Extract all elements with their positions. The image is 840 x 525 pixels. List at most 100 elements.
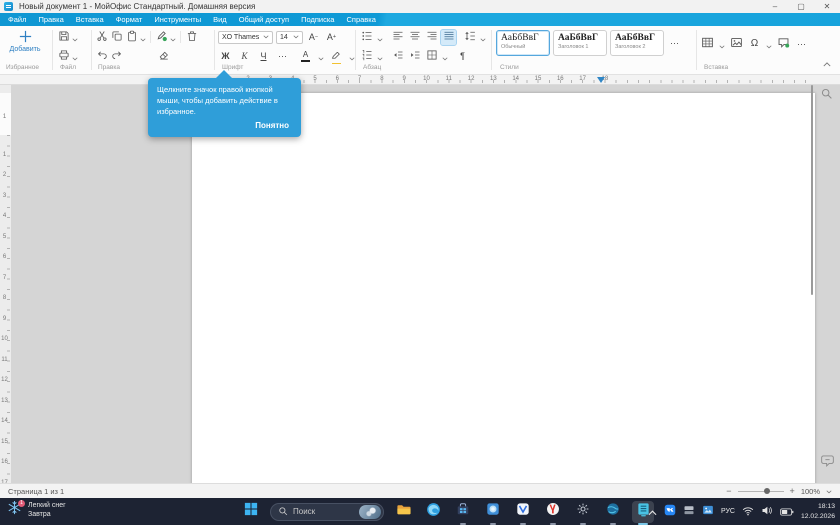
tray-vk-icon[interactable] — [664, 503, 676, 521]
yandex-browser-icon[interactable] — [542, 501, 564, 523]
zoom-level[interactable]: 100% — [801, 487, 820, 496]
line-spacing-button[interactable] — [462, 30, 477, 45]
insert-image-button[interactable] — [729, 37, 744, 52]
increase-indent-button[interactable] — [407, 49, 422, 64]
print-dropdown[interactable] — [71, 49, 79, 64]
increase-font-button[interactable]: А+ — [324, 30, 339, 45]
numbered-list-button[interactable] — [359, 49, 374, 64]
menu-format[interactable]: Формат — [116, 15, 143, 24]
search-highlight-image[interactable] — [359, 505, 381, 519]
format-painter-button[interactable] — [154, 30, 169, 45]
zoom-slider-knob[interactable] — [764, 488, 770, 494]
show-marks-button[interactable]: ¶ — [455, 49, 470, 64]
paste-button[interactable] — [124, 30, 139, 45]
more-insert-button[interactable]: ··· — [794, 37, 809, 52]
battery-indicator[interactable] — [780, 503, 794, 521]
paste-dropdown[interactable] — [139, 30, 147, 45]
font-size-select[interactable]: 14 — [276, 31, 303, 44]
style-heading2[interactable]: АаБбВвГ Заголовок 2 — [610, 30, 664, 56]
settings-app-icon[interactable] — [572, 501, 594, 523]
decrease-indent-button[interactable] — [390, 49, 405, 64]
bold-button[interactable]: Ж — [218, 49, 233, 64]
highlight-button[interactable] — [329, 49, 344, 64]
zoom-in-button[interactable]: + — [790, 487, 795, 496]
close-button[interactable]: ✕ — [814, 0, 840, 13]
clock[interactable]: 18:13 12.02.2026 — [801, 502, 835, 520]
menu-edit[interactable]: Правка — [38, 15, 63, 24]
more-font-options-button[interactable]: ··· — [275, 49, 290, 64]
undo-button[interactable] — [94, 49, 109, 64]
menu-view[interactable]: Вид — [213, 15, 227, 24]
cut-button[interactable] — [94, 30, 109, 45]
weather-widget[interactable]: 1 Легкий снег Завтра — [6, 501, 66, 519]
insert-comment-button[interactable] — [776, 37, 791, 52]
tray-device-icon[interactable] — [683, 503, 695, 521]
tray-expand-button[interactable] — [648, 503, 657, 521]
document-page[interactable] — [192, 93, 815, 483]
indent-marker[interactable] — [597, 77, 605, 83]
delete-button[interactable] — [184, 30, 199, 45]
menu-insert[interactable]: Вставка — [76, 15, 104, 24]
file-explorer-icon[interactable] — [392, 501, 414, 523]
menu-help[interactable]: Справка — [346, 15, 375, 24]
copy-button[interactable] — [109, 30, 124, 45]
style-heading1[interactable]: АаБбВвГ Заголовок 1 — [553, 30, 607, 56]
align-right-button[interactable] — [424, 30, 439, 45]
wifi-indicator[interactable] — [742, 503, 754, 521]
globe-app-icon[interactable] — [602, 501, 624, 523]
got-it-button[interactable]: Понятно — [255, 121, 289, 130]
font-family-select[interactable]: XO Thames — [218, 31, 273, 44]
insert-symbol-button[interactable]: Ω — [747, 37, 762, 52]
underline-button[interactable]: Ч — [256, 49, 271, 64]
menu-file[interactable]: Файл — [8, 15, 26, 24]
font-color-dropdown[interactable] — [317, 49, 325, 64]
vertical-scrollbar[interactable] — [811, 85, 813, 295]
taskbar-search[interactable]: Поиск — [270, 503, 384, 521]
volume-indicator[interactable] — [761, 503, 773, 521]
language-indicator[interactable]: РУС — [721, 508, 735, 515]
horizontal-ruler[interactable]: 123456789101112131415161718 — [0, 75, 840, 85]
store-app-icon[interactable] — [452, 501, 474, 523]
numbered-list-dropdown[interactable] — [376, 49, 384, 64]
style-normal[interactable]: АаБбВвГ Обычный — [496, 30, 550, 56]
menu-share[interactable]: Общий доступ — [239, 15, 289, 24]
line-spacing-dropdown[interactable] — [479, 30, 487, 45]
zoom-slider[interactable] — [738, 491, 784, 492]
borders-dropdown[interactable] — [441, 49, 449, 64]
start-button[interactable] — [240, 501, 262, 523]
borders-button[interactable] — [424, 49, 439, 64]
more-styles-button[interactable]: ··· — [667, 36, 682, 51]
format-painter-dropdown[interactable] — [169, 30, 177, 45]
feedback-button[interactable] — [820, 453, 835, 473]
italic-button[interactable]: К — [237, 49, 252, 64]
align-center-button[interactable] — [407, 30, 422, 45]
clear-formatting-button[interactable] — [156, 49, 171, 64]
maximize-button[interactable]: ▢ — [788, 0, 814, 13]
bullet-list-button[interactable] — [359, 30, 374, 45]
edge-browser-icon[interactable] — [422, 501, 444, 523]
insert-table-button[interactable] — [700, 37, 715, 52]
add-favorite-button[interactable] — [17, 30, 34, 45]
menu-subscription[interactable]: Подписка — [301, 15, 334, 24]
justify-button[interactable] — [441, 30, 456, 45]
decrease-font-button[interactable]: А− — [306, 30, 321, 45]
zoom-out-button[interactable]: − — [726, 487, 731, 496]
menu-tools[interactable]: Инструменты — [154, 15, 201, 24]
font-color-button[interactable]: А — [298, 49, 313, 64]
photos-app-icon[interactable] — [482, 501, 504, 523]
v-app-icon[interactable] — [512, 501, 534, 523]
search-panel-button[interactable] — [820, 87, 833, 105]
vertical-ruler[interactable]: 1 1234567891011121314151617 — [0, 85, 11, 483]
insert-symbol-dropdown[interactable] — [765, 37, 773, 52]
print-button[interactable] — [56, 49, 71, 64]
bullet-list-dropdown[interactable] — [376, 30, 384, 45]
zoom-dropdown[interactable] — [826, 487, 832, 496]
insert-table-dropdown[interactable] — [718, 37, 726, 52]
minimize-button[interactable]: – — [762, 0, 788, 13]
redo-button[interactable] — [109, 49, 124, 64]
save-dropdown[interactable] — [71, 30, 79, 45]
align-left-button[interactable] — [390, 30, 405, 45]
save-button[interactable] — [56, 30, 71, 45]
collapse-toolbar-button[interactable] — [819, 55, 834, 70]
tray-photo-icon[interactable] — [702, 503, 714, 521]
